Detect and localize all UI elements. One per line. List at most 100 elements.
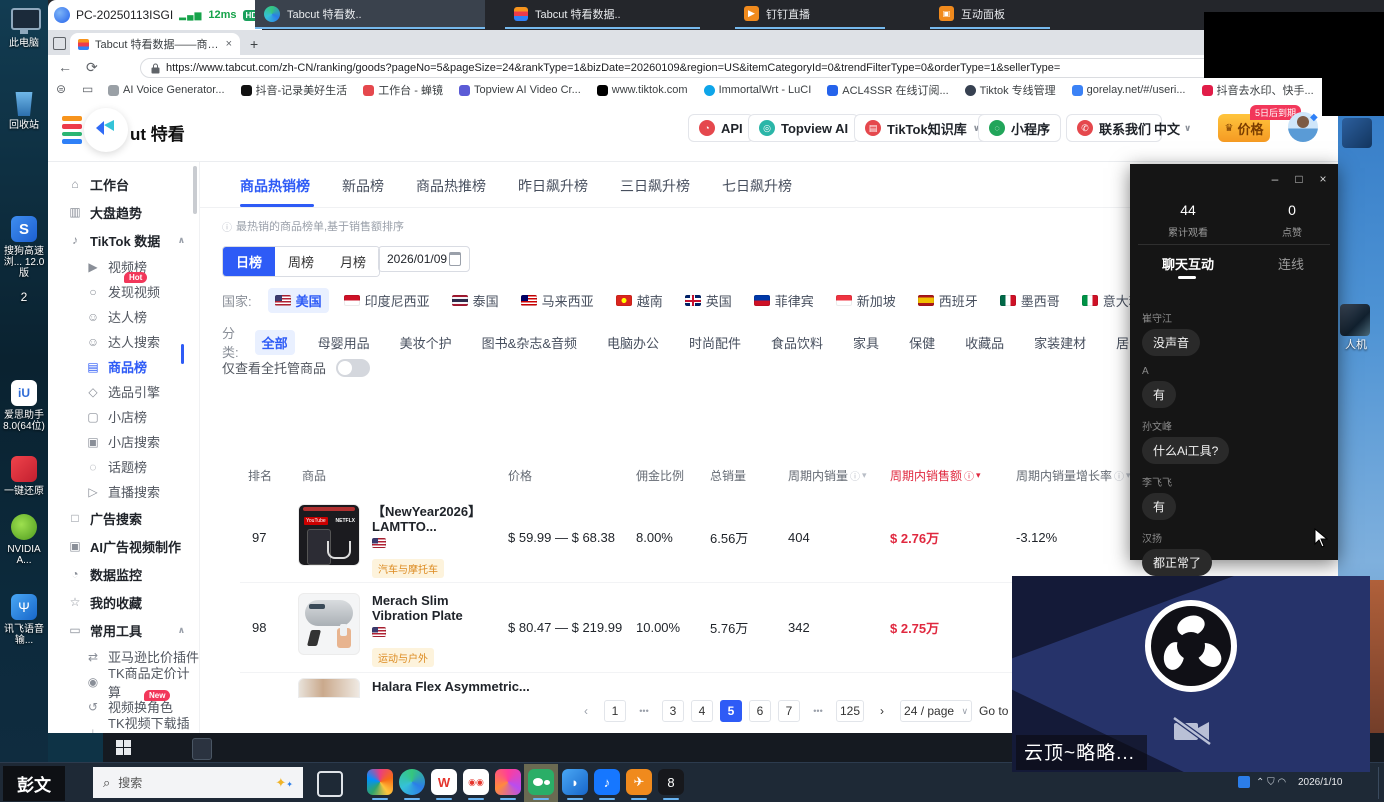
back-icon[interactable]: ← [58,59,72,75]
category-item[interactable]: 母婴用品 [311,330,377,355]
taskbar-app-interactive-panel[interactable]: ▣ 互动面板 [930,0,1050,29]
obs-app-icon[interactable]: 8 [658,769,684,795]
category-all[interactable]: 全部 [255,330,295,355]
tab-search-icon[interactable] [53,37,66,50]
sidebar-item-shop-rank[interactable]: ▢小店榜 [48,404,199,429]
product-title[interactable]: Halara Flex Asymmetric... [372,679,532,694]
nav-contact-button[interactable]: ✆联系我们 [1066,114,1162,142]
sidebar-item-discover-video[interactable]: ○发现视频 [48,279,199,304]
taskbar-app-tabcut[interactable]: Tabcut 特看数据.. [505,0,700,29]
sogou-browser-icon[interactable]: S [11,216,37,242]
sidebar-item-live-search[interactable]: ▷直播搜索 [48,479,199,504]
table-row[interactable]: Halara Flex Asymmetric... [240,672,1136,698]
sidebar-item-tk-downloader[interactable]: ↓TK视频下载插件 [48,719,199,733]
tab-chat-interaction[interactable]: 聊天互动 [1162,254,1214,273]
sort-caret-icon[interactable]: ▾ [862,470,867,481]
category-item[interactable]: 食品饮料 [764,330,830,355]
desktop-icon-label[interactable]: 此电脑 [0,38,48,49]
country-vn[interactable]: 越南 [609,288,670,313]
media2-app-icon[interactable] [495,769,521,795]
sidebar-item-product-rank[interactable]: ▤商品榜 [48,354,199,379]
tab-new-products[interactable]: 新品榜 [342,176,384,196]
douyin-tool-icon[interactable]: ♪ [594,769,620,795]
calculator-app-icon[interactable] [192,738,212,760]
category-item[interactable]: 家具 [846,330,886,355]
tray-app-icon[interactable] [1238,776,1250,788]
sidebar-item-tiktok-data[interactable]: ♪TikTok 数据∧ [48,226,199,254]
desktop-icon-label[interactable]: 爱思助手 8.0(64位) [0,410,48,432]
reload-icon[interactable]: ⟳ [86,59,98,76]
language-selector[interactable]: 中文∨ [1154,114,1191,142]
nav-knowledge-button[interactable]: ▤TikTok知识库∨ [854,114,991,142]
page-5-active[interactable]: 5 [720,700,742,722]
remote-session-tab[interactable]: PC-20250113ISGI ▂▄▆ 12ms HD × [48,0,262,30]
page-125[interactable]: 125 [836,700,864,722]
edge-icon[interactable] [399,769,425,795]
ellipsis-left[interactable]: ••• [633,700,655,722]
sidebar-item-market-trend[interactable]: ▥大盘趋势 [48,198,199,226]
period-weekly[interactable]: 周榜 [275,247,327,276]
country-my[interactable]: 马来西亚 [514,288,601,313]
media-app-icon[interactable] [367,769,393,795]
restore-tool-icon[interactable] [11,456,37,482]
desktop-icon-label[interactable]: 人机 [1336,340,1376,351]
col-period-sales[interactable]: 周期内销量ⓘ▾ [788,467,890,484]
sidebar-item-shop-search[interactable]: ▣小店搜索 [48,429,199,454]
desktop-icon-label[interactable]: 2 [0,292,48,303]
tab-7day-rising[interactable]: 七日飙升榜 [722,176,792,196]
next-page-icon[interactable]: › [871,700,893,722]
browser-tab[interactable]: Tabcut 特看数据——商品榜 × [70,33,240,55]
red-app-icon[interactable]: ◉◉ [463,769,489,795]
sidebar-item-tk-pricing[interactable]: ◉TK商品定价计算New [48,669,199,694]
category-item[interactable]: 美妆个护 [393,330,459,355]
page-3[interactable]: 3 [662,700,684,722]
close-icon[interactable]: × [1316,172,1330,186]
date-picker[interactable]: 2026/01/09 [378,246,470,272]
bookmark[interactable]: AI Voice Generator... [108,84,225,96]
sidebar-item-ad-search[interactable]: □广告搜索 [48,504,199,532]
nav-topview-button[interactable]: ◎Topview AI [748,114,859,142]
period-daily[interactable]: 日榜 [223,247,275,276]
sidebar-item-favorites[interactable]: ☆我的收藏 [48,588,199,616]
table-row[interactable]: 98 Merach Slim Vibration Plate Exercise … [240,582,1136,673]
my-computer-icon[interactable] [11,8,41,30]
desktop-icon-label[interactable]: 一键还原 [0,486,48,497]
nvidia-icon[interactable] [11,514,37,540]
show-desktop-divider[interactable] [1378,767,1379,799]
sidebar-item-workbench[interactable]: ⌂工作台 [48,170,199,198]
country-mx[interactable]: 墨西哥 [993,288,1067,313]
managed-only-toggle[interactable] [336,359,370,377]
page-6[interactable]: 6 [749,700,771,722]
desktop-icon-label[interactable]: 讯飞语音输... [0,624,48,646]
new-tab-icon[interactable]: + [250,36,258,52]
product-title[interactable]: 【NewYear2026】LAMTTO... [372,504,502,534]
country-gb[interactable]: 英国 [678,288,739,313]
category-item[interactable]: 保健 [902,330,942,355]
tab-hot-promoted[interactable]: 商品热推榜 [416,176,486,196]
bookmark[interactable]: 抖音-记录美好生活 [241,82,348,98]
country-id[interactable]: 印度尼西亚 [337,288,437,313]
product-image[interactable] [298,593,360,655]
sidebar-item-creator-search[interactable]: ☺达人搜索 [48,329,199,354]
sidebar-toggle-icon[interactable]: ⊜ [56,82,66,96]
desktop-icon[interactable] [1342,118,1372,148]
page-7[interactable]: 7 [778,700,800,722]
tab-hot-sales[interactable]: 商品热销榜 [240,176,310,196]
country-ph[interactable]: 菲律宾 [747,288,821,313]
bookmark[interactable]: Tiktok 专线管理 [965,82,1056,98]
address-bar[interactable]: https://www.tabcut.com/zh-CN/ranking/goo… [140,58,1245,78]
taskbar-app-edge-tabcut[interactable]: Tabcut 特看数.. [255,0,485,29]
wps-icon[interactable]: W [431,769,457,795]
country-sg[interactable]: 新加坡 [829,288,903,313]
dingtalk-icon[interactable]: ✈ [626,769,652,795]
minimize-icon[interactable]: – [1268,172,1282,186]
bookmark[interactable]: ImmortalWrt - LuCI [704,84,812,96]
country-us[interactable]: 美国 [268,288,329,313]
nav-miniapp-button[interactable]: ◌小程序 [978,114,1061,142]
col-growth[interactable]: 周期内销量增长率ⓘ▾ [1016,467,1136,484]
start-button[interactable] [116,740,131,755]
sidebar-item-common-tools[interactable]: ▭常用工具∧ [48,616,199,644]
bookmark[interactable]: 工作台 - 蝉镜 [363,82,443,98]
maximize-icon[interactable]: □ [1292,172,1306,186]
task-view-icon[interactable] [317,771,343,797]
